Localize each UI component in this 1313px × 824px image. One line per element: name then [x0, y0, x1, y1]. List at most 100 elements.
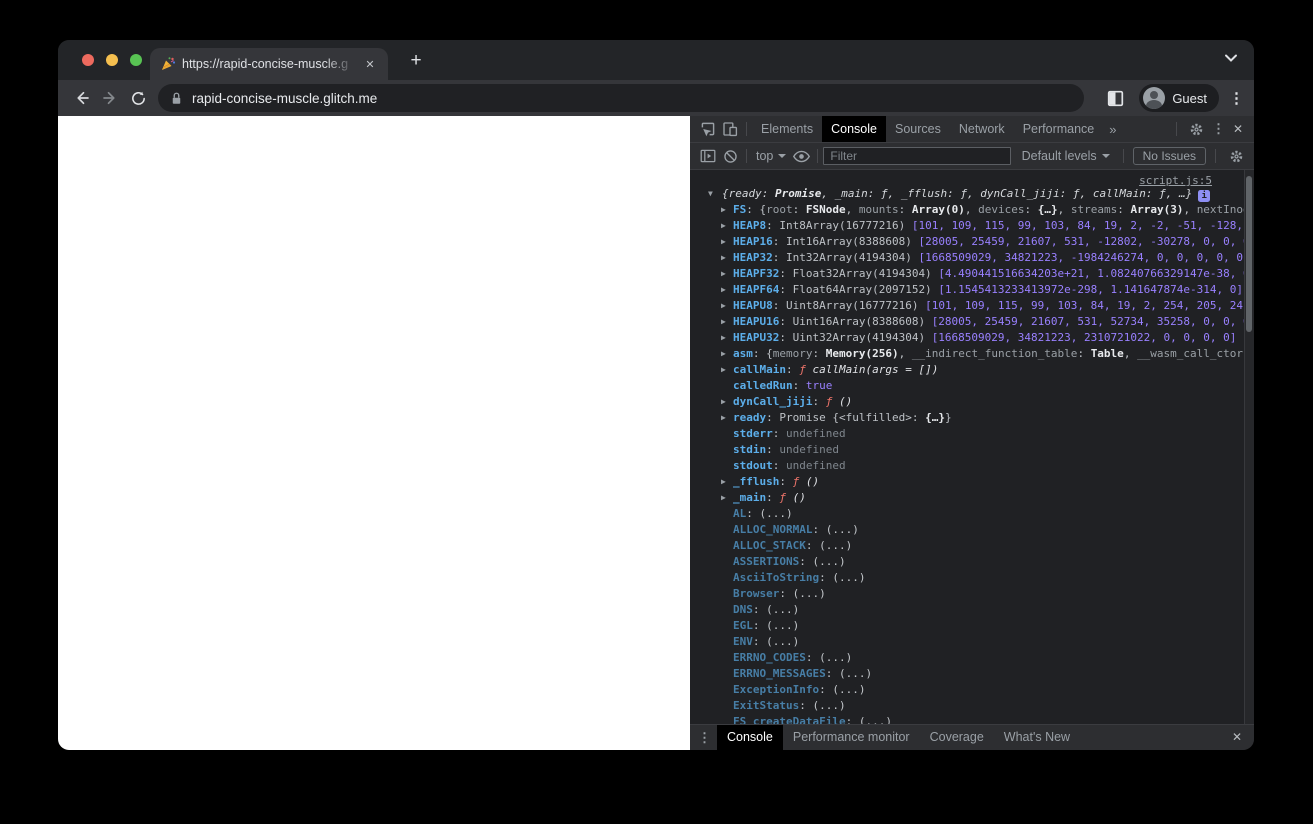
lazy-accessor[interactable]: (...) [812, 555, 845, 568]
lazy-accessor[interactable]: (...) [839, 667, 872, 680]
clear-console-icon[interactable] [719, 145, 741, 167]
context-selector[interactable]: top [752, 149, 790, 163]
live-expression-eye-icon[interactable] [790, 145, 812, 167]
drawer-menu-icon[interactable]: ⋮ [698, 730, 711, 746]
console-text: Uint32Array(4194304) [792, 331, 932, 344]
console-text: Int16Array(8388608) [786, 235, 919, 248]
console-text: , callMain: [1079, 187, 1160, 200]
expand-arrow-icon[interactable]: ▶ [721, 394, 726, 410]
console-row[interactable]: ▶ HEAP8: Int8Array(16777216) [101, 109, 1… [690, 218, 1244, 234]
side-panel-icon[interactable] [1101, 84, 1129, 112]
log-levels-dropdown[interactable]: Default levels [1018, 149, 1114, 163]
evaluated-badge-icon: i [1198, 190, 1211, 202]
console-row[interactable]: ▶ HEAPF32: Float32Array(4194304) [4.49044… [690, 266, 1244, 282]
reload-button[interactable] [124, 84, 152, 112]
drawer-close-icon[interactable]: ✕ [1228, 730, 1246, 744]
devtools-tab-sources[interactable]: Sources [886, 116, 950, 142]
forward-button[interactable] [96, 84, 124, 112]
devtools-tab-elements[interactable]: Elements [752, 116, 822, 142]
devtools-close-icon[interactable]: ✕ [1229, 122, 1247, 136]
lazy-accessor[interactable]: (...) [766, 603, 799, 616]
lazy-accessor[interactable]: (...) [859, 715, 892, 724]
console-text: AsciiToString [733, 571, 820, 584]
drawer-tab-coverage[interactable]: Coverage [920, 725, 994, 750]
console-row[interactable]: ▶ HEAPU8: Uint8Array(16777216) [101, 109,… [690, 298, 1244, 314]
back-button[interactable] [68, 84, 96, 112]
lazy-accessor[interactable]: (...) [819, 651, 852, 664]
device-toolbar-icon[interactable] [719, 118, 741, 140]
inspect-element-icon[interactable] [697, 118, 719, 140]
expand-arrow-icon[interactable]: ▶ [721, 282, 726, 298]
console-text: [28005, 25459, 21607, 531, -12802, -3027… [918, 235, 1244, 248]
expand-arrow-icon[interactable]: ▶ [721, 362, 726, 378]
expand-arrow-icon[interactable]: ▶ [721, 490, 726, 506]
browser-tab[interactable]: https://rapid-concise-muscle.g ✕ [150, 48, 388, 80]
console-row[interactable]: ▶ HEAPU16: Uint16Array(8388608) [28005, 2… [690, 314, 1244, 330]
expand-arrow-icon[interactable]: ▶ [721, 250, 726, 266]
more-panels-icon[interactable]: » [1103, 122, 1122, 137]
lazy-accessor[interactable]: (...) [766, 619, 799, 632]
expand-arrow-icon[interactable]: ▶ [721, 314, 726, 330]
expand-arrow-icon[interactable]: ▶ [721, 234, 726, 250]
lazy-accessor[interactable]: (...) [766, 635, 799, 648]
lock-icon [170, 91, 183, 106]
expand-arrow-icon[interactable]: ▶ [721, 298, 726, 314]
console-text: () [838, 395, 853, 408]
lazy-accessor[interactable]: (...) [826, 523, 859, 536]
tab-close-icon[interactable]: ✕ [362, 58, 378, 71]
expand-arrow-icon[interactable]: ▶ [721, 266, 726, 282]
lazy-accessor[interactable]: (...) [819, 539, 852, 552]
drawer-tab-performance-monitor[interactable]: Performance monitor [783, 725, 920, 750]
close-window-button[interactable] [82, 54, 94, 66]
new-tab-button[interactable]: + [404, 49, 428, 73]
console-row[interactable]: ▶ FS: {root: FSNode, mounts: Array(0), de… [690, 202, 1244, 218]
devtools-settings-gear-icon[interactable] [1186, 118, 1208, 140]
lazy-accessor[interactable]: (...) [832, 683, 865, 696]
console-text: : [799, 555, 813, 568]
browser-menu-icon[interactable]: ⋮ [1229, 89, 1244, 107]
drawer-tab-console[interactable]: Console [717, 725, 783, 750]
lazy-accessor[interactable]: (...) [832, 571, 865, 584]
expand-arrow-icon[interactable]: ▶ [721, 218, 726, 234]
lazy-accessor[interactable]: (...) [812, 699, 845, 712]
console-row[interactable]: ▶ ready: Promise {<fulfilled>: {…}} [690, 410, 1244, 426]
console-row[interactable]: ▶ asm: {memory: Memory(256), __indirect_f… [690, 346, 1244, 362]
console-text: callMain(args = []) [812, 363, 939, 376]
console-scrollbar[interactable] [1244, 170, 1254, 724]
devtools-menu-icon[interactable]: ⋮ [1212, 121, 1225, 137]
page-viewport[interactable] [58, 116, 690, 750]
devtools-tab-console[interactable]: Console [822, 116, 886, 142]
console-row[interactable]: ▶ _fflush: ƒ () [690, 474, 1244, 490]
devtools-tab-performance[interactable]: Performance [1014, 116, 1104, 142]
tab-search-chevron-icon[interactable] [1224, 54, 1238, 62]
console-row[interactable]: ▶ HEAPF64: Float64Array(2097152) [1.15454… [690, 282, 1244, 298]
console-row[interactable]: ▼ {ready: Promise, _main: ƒ, _fflush: ƒ, … [690, 186, 1244, 202]
maximize-window-button[interactable] [130, 54, 142, 66]
devtools-tab-network[interactable]: Network [950, 116, 1014, 142]
console-row[interactable]: ▶ _main: ƒ () [690, 490, 1244, 506]
expand-arrow-icon[interactable]: ▶ [721, 330, 726, 346]
expand-arrow-icon[interactable]: ▶ [721, 346, 726, 362]
console-sidebar-icon[interactable] [697, 145, 719, 167]
console-row: ERRNO_MESSAGES: (...) [690, 666, 1244, 682]
expand-arrow-icon[interactable]: ▶ [721, 474, 726, 490]
filter-input[interactable] [823, 147, 1012, 165]
console-row[interactable]: ▶ dynCall_jiji: ƒ () [690, 394, 1244, 410]
lazy-accessor[interactable]: (...) [760, 507, 793, 520]
expand-arrow-icon[interactable]: ▶ [721, 410, 726, 426]
profile-button[interactable]: Guest [1139, 84, 1219, 112]
url-bar[interactable]: rapid-concise-muscle.glitch.me [158, 84, 1084, 112]
lazy-accessor[interactable]: (...) [793, 587, 826, 600]
scrollbar-thumb[interactable] [1246, 176, 1252, 332]
minimize-window-button[interactable] [106, 54, 118, 66]
console-row[interactable]: ▶ HEAPU32: Uint32Array(4194304) [16685090… [690, 330, 1244, 346]
console-row[interactable]: ▶ HEAP32: Int32Array(4194304) [1668509029… [690, 250, 1244, 266]
expand-arrow-icon[interactable]: ▼ [708, 186, 713, 202]
console-row[interactable]: ▶ HEAP16: Int16Array(8388608) [28005, 254… [690, 234, 1244, 250]
drawer-tab-what-s-new[interactable]: What's New [994, 725, 1080, 750]
issues-counter-button[interactable]: No Issues [1132, 147, 1206, 165]
expand-arrow-icon[interactable]: ▶ [721, 202, 726, 218]
console-row[interactable]: ▶ callMain: ƒ callMain(args = []) [690, 362, 1244, 378]
devtools-panel: Elements Console Sources Network Performance… [690, 116, 1254, 750]
console-settings-gear-icon[interactable] [1225, 145, 1247, 167]
